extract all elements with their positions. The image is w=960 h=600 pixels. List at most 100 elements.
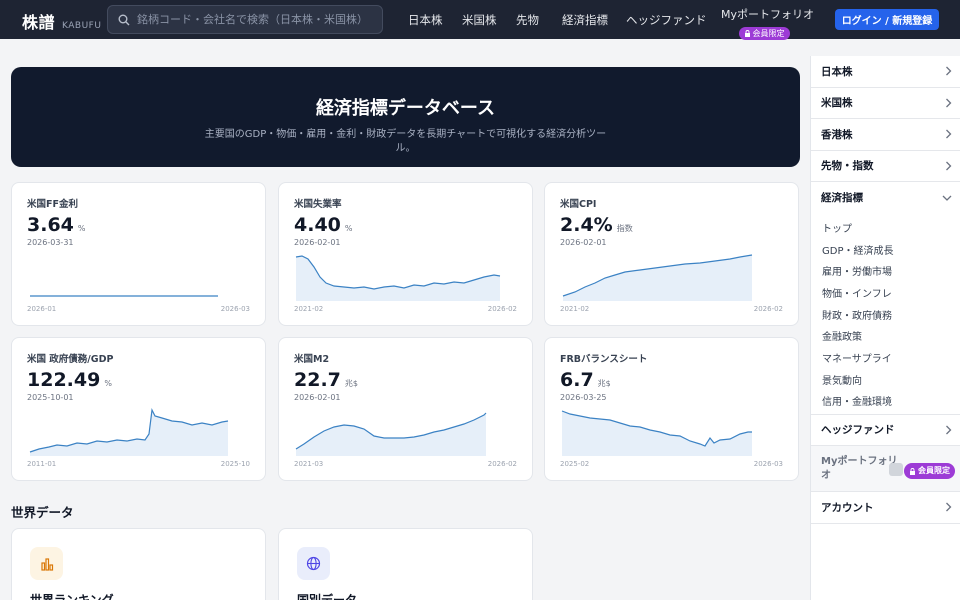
sidebar-item-label: アカウント — [821, 501, 874, 514]
sidebar-item-label: 香港株 — [821, 128, 853, 141]
card-value: 3.64 % — [27, 214, 86, 236]
card-value-number: 22.7 — [294, 369, 341, 391]
sparkline-area — [30, 410, 228, 456]
axis-start-label: 2025-02 — [560, 460, 590, 468]
top-navigation-bar: 株譜 KABUFU 日本株 米国株 先物 経済指標 ヘッジファンド Myポートフ… — [0, 0, 960, 41]
chevron-right-icon — [946, 129, 952, 139]
sidebar-item-label: 経済指標 — [821, 192, 863, 205]
sparkline-area — [296, 256, 500, 301]
card-value-number: 122.49 — [27, 369, 101, 391]
sidebar-item-us-stocks[interactable]: 米国株 — [811, 88, 960, 119]
sidebar-item-my-portfolio[interactable]: Myポートフォリオ 会員限定 — [811, 446, 960, 493]
indicator-card-ff-rate[interactable]: 米国FF金利 3.64 % 2026-03-31 2026-01 2026-03 — [11, 182, 266, 326]
world-ranking-card[interactable]: 世界ランキング — [11, 528, 266, 600]
world-data-heading: 世界データ — [11, 505, 74, 520]
sidebar-subitem-credit[interactable]: 信用・金融環境 — [811, 390, 960, 412]
hero-banner: 経済指標データベース 主要国のGDP・物価・雇用・金利・財政データを長期チャート… — [11, 67, 800, 167]
brand-logo[interactable]: 株譜 KABUFU — [22, 9, 101, 33]
indicator-card-frb-balance[interactable]: FRBバランスシート 6.7 兆$ 2026-03-25 2025-02 202… — [544, 337, 799, 481]
chevron-right-icon — [946, 502, 952, 512]
nav-portfolio-label: Myポートフォリオ — [721, 8, 814, 21]
card-value: 122.49 % — [27, 369, 112, 391]
card-date: 2026-02-01 — [560, 238, 607, 247]
sidebar-item-label: ヘッジファンド — [821, 424, 895, 437]
sparkline-chart — [562, 254, 753, 301]
login-signup-button[interactable]: ログイン / 新規登録 — [835, 9, 939, 30]
card-title: 米国CPI — [560, 199, 597, 210]
page-title: 経済指標データベース — [315, 98, 496, 119]
sparkline-area — [563, 255, 752, 301]
card-value: 2.4% 指数 — [560, 214, 633, 236]
axis-start-label: 2021-02 — [294, 305, 324, 313]
indicator-card-cpi[interactable]: 米国CPI 2.4% 指数 2026-02-01 2021-02 2026-02 — [544, 182, 799, 326]
nav-my-portfolio[interactable]: Myポートフォリオ 会員限定 — [721, 6, 814, 41]
nav-economic-indicators[interactable]: 経済指標 — [562, 12, 608, 28]
sidebar-item-hedge-funds[interactable]: ヘッジファンド — [811, 415, 960, 447]
chevron-right-icon — [946, 66, 952, 76]
search-box[interactable] — [107, 5, 383, 34]
sidebar-item-japan-stocks[interactable]: 日本株 — [811, 56, 960, 88]
sidebar-subitem-business-cycle[interactable]: 景気動向 — [811, 368, 960, 390]
sidebar-subitem-gdp[interactable]: GDP・経済成長 — [811, 238, 960, 260]
sidebar-subitem-employment[interactable]: 雇用・労働市場 — [811, 260, 960, 282]
nav-japan-stocks[interactable]: 日本株 — [408, 12, 443, 28]
sidebar-item-economic-indicators[interactable]: 経済指標 — [811, 182, 960, 214]
card-value-number: 3.64 — [27, 214, 74, 236]
globe-icon — [297, 547, 330, 580]
sidebar-item-account[interactable]: アカウント — [811, 492, 960, 524]
sidebar-subitem-money-supply[interactable]: マネーサプライ — [811, 347, 960, 369]
country-data-card[interactable]: 国別データ — [278, 528, 533, 600]
sidebar-subitem-fiscal[interactable]: 財政・政府債務 — [811, 303, 960, 325]
member-only-badge: 会員限定 — [904, 463, 955, 480]
sidebar-item-hk-stocks[interactable]: 香港株 — [811, 119, 960, 151]
axis-end-label: 2026-02 — [487, 305, 517, 313]
nav-futures[interactable]: 先物 — [516, 12, 539, 28]
sidebar-subitem-monetary-policy[interactable]: 金融政策 — [811, 325, 960, 347]
chevron-right-icon — [946, 425, 952, 435]
indicator-card-debt-gdp[interactable]: 米国 政府債務/GDP 122.49 % 2025-10-01 2011-01 … — [11, 337, 266, 481]
axis-end-label: 2026-02 — [753, 305, 783, 313]
axis-start-label: 2021-03 — [294, 460, 324, 468]
page-description: 主要国のGDP・物価・雇用・金利・財政データを長期チャートで可視化する経済分析ツ… — [204, 129, 607, 154]
card-title: 米国FF金利 — [27, 199, 78, 210]
chevron-right-icon — [946, 161, 952, 171]
bar-chart-icon — [30, 547, 63, 580]
card-value-unit: 兆$ — [597, 379, 611, 388]
axis-end-label: 2025-10 — [220, 460, 250, 468]
sidebar-item-label: 先物・指数 — [821, 160, 874, 173]
nav-us-stocks[interactable]: 米国株 — [462, 12, 497, 28]
world-ranking-label: 世界ランキング — [30, 593, 114, 600]
chevron-right-icon — [946, 98, 952, 108]
sparkline-area — [296, 413, 486, 456]
search-icon — [118, 14, 130, 25]
sidebar-menu: 日本株 米国株 香港株 先物・指数 経済指標 トップ GDP・経済成長 雇用・労… — [810, 56, 960, 600]
brand-name: 株譜 — [22, 13, 56, 32]
card-title: FRBバランスシート — [560, 354, 648, 365]
search-input[interactable] — [137, 13, 367, 26]
axis-end-label: 2026-02 — [487, 460, 517, 468]
sidebar-item-label: 日本株 — [821, 65, 853, 78]
nav-hedge-funds[interactable]: ヘッジファンド — [626, 12, 707, 28]
card-title: 米国 政府債務/GDP — [27, 354, 114, 365]
sidebar-submenu-economic: トップ GDP・経済成長 雇用・労働市場 物価・インフレ 財政・政府債務 金融政… — [811, 214, 960, 415]
card-date: 2026-02-01 — [294, 393, 341, 402]
sidebar-subitem-top[interactable]: トップ — [811, 217, 960, 239]
card-value-number: 4.40 — [294, 214, 341, 236]
sidebar-item-label: 米国株 — [821, 97, 853, 110]
indicator-card-unemployment[interactable]: 米国失業率 4.40 % 2026-02-01 2021-02 2026-02 — [278, 182, 533, 326]
sidebar-subitem-inflation[interactable]: 物価・インフレ — [811, 282, 960, 304]
card-value: 6.7 兆$ — [560, 369, 611, 391]
axis-end-label: 2026-03 — [753, 460, 783, 468]
sparkline-chart — [561, 410, 752, 456]
card-value-number: 2.4% — [560, 214, 613, 236]
indicator-card-m2[interactable]: 米国M2 22.7 兆$ 2026-02-01 2021-03 2026-02 — [278, 337, 533, 481]
member-only-badge: 会員限定 — [738, 27, 790, 40]
axis-start-label: 2021-02 — [560, 305, 590, 313]
sidebar-item-futures-indices[interactable]: 先物・指数 — [811, 151, 960, 182]
card-value-unit: % — [77, 224, 86, 233]
card-value: 22.7 兆$ — [294, 369, 358, 391]
sparkline-chart — [30, 295, 218, 297]
card-value-unit: % — [104, 379, 112, 388]
sparkline-chart — [295, 412, 487, 456]
country-data-label: 国別データ — [297, 593, 358, 600]
